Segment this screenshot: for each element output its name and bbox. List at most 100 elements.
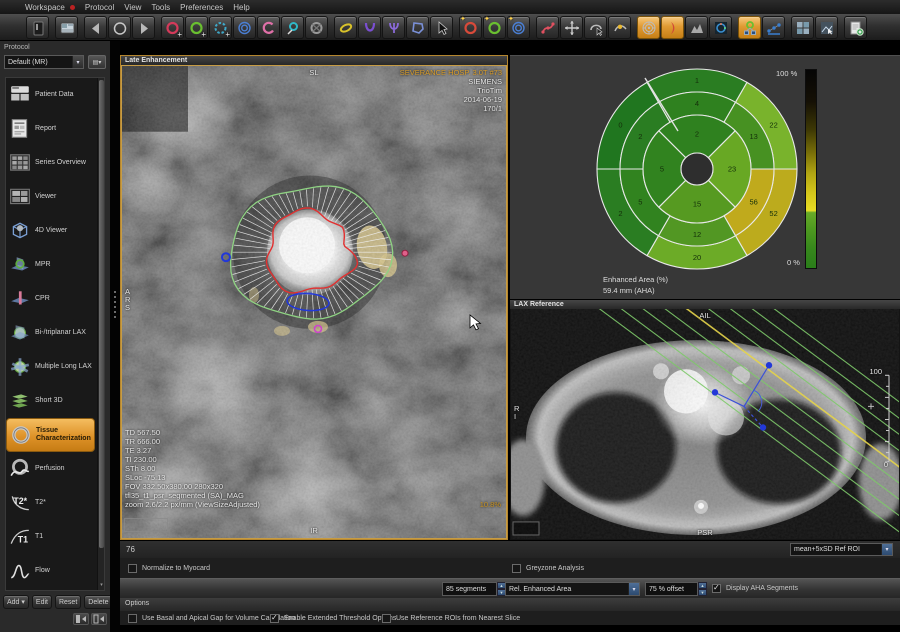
next-button[interactable] <box>132 16 155 39</box>
pink-marker-point[interactable] <box>402 250 408 256</box>
draw-partial-contour-icon[interactable] <box>257 16 280 39</box>
colorbar-min-label: 0 % <box>787 258 800 267</box>
pull-curve-icon[interactable] <box>608 16 631 39</box>
protocol-item-report[interactable]: Report <box>6 112 104 146</box>
menu-protocol[interactable]: Protocol <box>85 3 114 12</box>
axial-mri-image[interactable] <box>511 309 899 539</box>
menu-view[interactable]: View <box>124 3 141 12</box>
splitter-grip-icon <box>114 291 116 319</box>
pointer-tool-icon[interactable] <box>430 16 453 39</box>
protocol-item-viewer[interactable]: Viewer <box>6 180 104 214</box>
menu-preferences[interactable]: Preferences <box>180 3 223 12</box>
histogram-icon[interactable] <box>685 16 708 39</box>
point-caliper-icon[interactable] <box>762 16 785 39</box>
draw-freehand-icon[interactable] <box>406 16 429 39</box>
scrollbar-thumb[interactable] <box>99 80 104 548</box>
protocol-sidebar: Protocol Default (MR) ▾ ▤▾ Patient DataR… <box>0 41 110 632</box>
protocol-item-series-overview[interactable]: Series Overview <box>6 146 104 180</box>
move-contour-icon[interactable] <box>560 16 583 39</box>
draw-small-roi-icon[interactable] <box>281 16 304 39</box>
extended-threshold-checkbox[interactable] <box>270 614 279 623</box>
late-enhancement-viewport[interactable]: SL SEVERANCE HOSP. 3.0T #73 SIEMENS Trio… <box>121 65 507 539</box>
lax-reference-viewport[interactable]: AIL R I PSR 100 0 <box>511 309 899 539</box>
draw-double-contour-icon[interactable] <box>233 16 256 39</box>
measure-select[interactable]: Rel. Enhanced Area ▾ <box>505 582 640 596</box>
protocol-item-patient-data[interactable]: Patient Data <box>6 78 104 112</box>
delete-contour-icon[interactable] <box>305 16 328 39</box>
protocol-item-label: Perfusion <box>35 465 97 473</box>
propagate-contour-red-icon[interactable]: ✦ <box>459 16 482 39</box>
protocol-item-flow[interactable]: Flow <box>6 554 104 588</box>
polar-map-icon[interactable] <box>637 16 660 39</box>
draw-open-curve-icon[interactable] <box>358 16 381 39</box>
previous-button[interactable] <box>84 16 107 39</box>
display-aha-checkbox[interactable] <box>712 584 721 593</box>
draw-reference-roi-icon[interactable]: + <box>209 16 232 39</box>
menu-tools[interactable]: Tools <box>151 3 170 12</box>
greyzone-checkbox[interactable] <box>512 564 521 573</box>
normalize-option: Normalize to Myocard <box>128 558 210 578</box>
workspace-panel-icon[interactable] <box>26 16 49 39</box>
protocol-item-tissue-characterization[interactable]: Tissue Characterization <box>6 418 95 452</box>
toolbar: +++✦✦✦ <box>0 14 900 41</box>
reference-roi-select[interactable]: mean+5xSD Ref ROI ▾ <box>790 543 893 556</box>
protocol-menu-button[interactable]: ▤▾ <box>88 55 106 69</box>
add-button[interactable]: Add ▾ <box>3 595 29 609</box>
draw-epicardial-contour-icon[interactable]: + <box>185 16 208 39</box>
draw-spline-icon[interactable] <box>382 16 405 39</box>
reference-rois-checkbox[interactable] <box>382 614 391 623</box>
chevron-down-icon[interactable]: ▾ <box>881 544 892 555</box>
segments-value[interactable]: 85 segments <box>442 582 497 596</box>
scrollbar-down-icon[interactable]: ▾ <box>98 581 105 589</box>
normalize-checkbox[interactable] <box>128 564 137 573</box>
menu-workspace[interactable]: Workspace <box>25 3 65 12</box>
edit-button[interactable]: Edit <box>32 595 52 609</box>
short-3d-icon <box>9 390 31 412</box>
protocol-item-multiple-long-lax[interactable]: Multiple Long LAX <box>6 350 104 384</box>
contour-hierarchy-icon[interactable] <box>738 16 761 39</box>
layout-grid-icon[interactable] <box>791 16 814 39</box>
report-layout-icon[interactable] <box>55 16 78 39</box>
svg-text:T1: T1 <box>18 535 28 545</box>
cpr-icon <box>9 288 31 310</box>
select-circle-button[interactable] <box>108 16 131 39</box>
protocol-item-perfusion[interactable]: Perfusion <box>6 452 104 486</box>
chevron-down-icon[interactable]: ▾ <box>72 56 83 68</box>
step-forward-button[interactable] <box>91 613 107 625</box>
plus-badge-icon: + <box>177 30 182 39</box>
reset-button[interactable]: Reset <box>55 595 81 609</box>
protocol-item-cpr[interactable]: CPR <box>6 282 104 316</box>
spinner-arrows-icon[interactable]: ▲▼ <box>698 582 707 596</box>
segment-crescent-icon[interactable] <box>661 16 684 39</box>
segment-value: 5 <box>660 165 664 174</box>
protocol-item-mpr[interactable]: MPR <box>6 248 104 282</box>
edit-curve-points-icon[interactable] <box>536 16 559 39</box>
new-report-icon[interactable] <box>844 16 867 39</box>
step-back-button[interactable] <box>73 613 89 625</box>
layout-image-icon[interactable] <box>815 16 838 39</box>
segments-spinner[interactable]: 85 segments ▲▼ <box>442 582 506 596</box>
propagate-contour-blue-icon[interactable]: ✦ <box>507 16 530 39</box>
chevron-down-icon[interactable]: ▾ <box>628 583 639 595</box>
offset-spinner[interactable]: 75 % offset ▲▼ <box>645 582 707 596</box>
delete-button[interactable]: Delete <box>84 595 112 609</box>
protocol-item-4d-viewer[interactable]: 4D Viewer <box>6 214 104 248</box>
menu-help[interactable]: Help <box>233 3 249 12</box>
sidebar-splitter[interactable] <box>110 41 120 632</box>
segment-value: 22 <box>769 120 777 129</box>
protocol-item-bi-triplanar-lax[interactable]: Bi-/triplanar LAX <box>6 316 104 350</box>
ruler-min-label: 0 <box>884 460 888 469</box>
draw-endocardial-contour-icon[interactable]: + <box>161 16 184 39</box>
image-contour-overlay-icon[interactable] <box>709 16 732 39</box>
nudge-contour-icon[interactable] <box>584 16 607 39</box>
propagate-contour-green-icon[interactable]: ✦ <box>483 16 506 39</box>
protocol-preset-select[interactable]: Default (MR) ▾ <box>4 55 84 69</box>
offset-value[interactable]: 75 % offset <box>645 582 698 596</box>
draw-ellipse-roi-icon[interactable] <box>334 16 357 39</box>
basal-apical-gap-checkbox[interactable] <box>128 614 137 623</box>
protocol-list-scrollbar[interactable]: ▾ <box>97 78 104 590</box>
colorbar-max-label: 100 % <box>776 69 797 78</box>
protocol-item-t2[interactable]: T2*T2* <box>6 486 104 520</box>
protocol-item-short-3d[interactable]: Short 3D <box>6 384 104 418</box>
protocol-item-t1[interactable]: T1T1 <box>6 520 104 554</box>
